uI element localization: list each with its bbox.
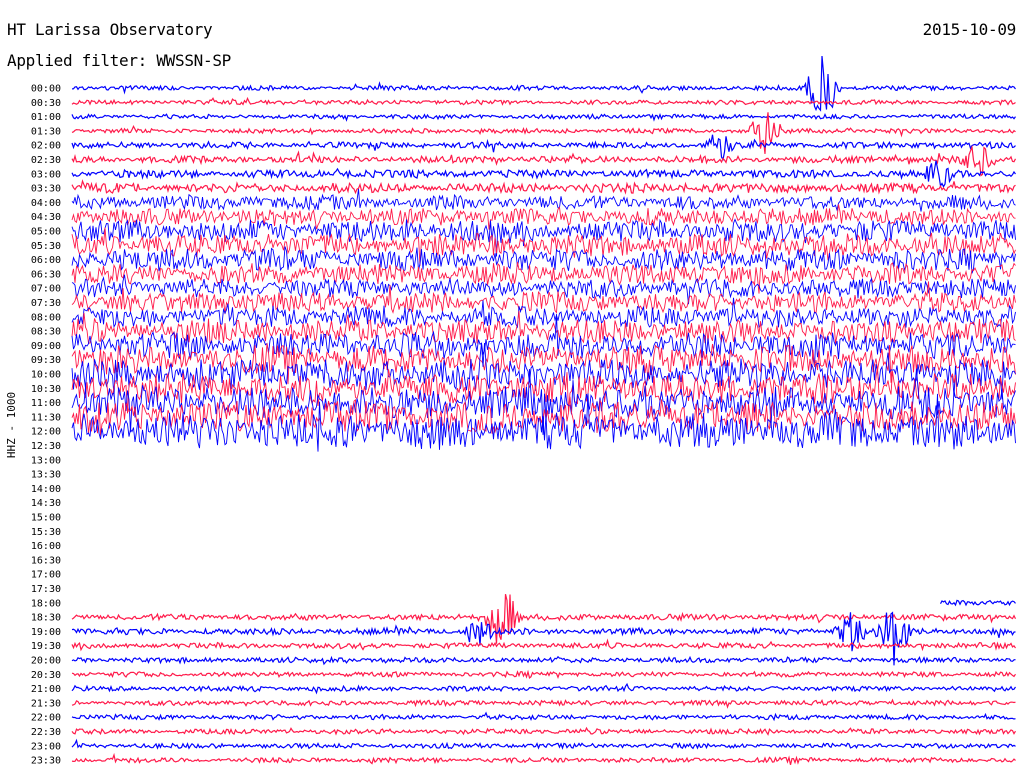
time-tick-label: 13:30 (31, 470, 61, 481)
seismic-trace-2000 (71, 655, 1016, 666)
seismic-trace-1930 (71, 638, 1017, 652)
time-tick-label: 10:30 (31, 384, 61, 395)
time-tick-label: 19:30 (31, 641, 61, 652)
seismic-trace-1800 (939, 599, 1016, 607)
time-tick-label: 05:00 (31, 227, 61, 238)
time-tick-label: 00:00 (31, 84, 61, 95)
time-tick-label: 11:00 (31, 398, 61, 409)
seismic-trace-0130 (71, 112, 1016, 154)
time-tick-label: 16:00 (31, 541, 61, 552)
time-tick-label: 18:30 (31, 613, 61, 624)
seismic-trace-0400 (71, 188, 1016, 212)
seismic-trace-0200 (71, 134, 1016, 161)
time-tick-label: 09:30 (31, 355, 61, 366)
seismic-trace-0330 (71, 179, 1016, 195)
time-tick-label: 06:00 (31, 255, 61, 266)
seismic-trace-0300 (71, 160, 1016, 188)
time-tick-label: 20:00 (31, 656, 61, 667)
time-tick-labels: 00:00 00:30 01:00 01:30 02:00 02:30 03:00 03:30… (31, 84, 61, 767)
time-tick-label: 02:30 (31, 155, 61, 166)
time-tick-label: 06:30 (31, 269, 61, 280)
time-tick-label: 10:00 (31, 370, 61, 381)
time-tick-label: 07:30 (31, 298, 61, 309)
time-tick-label: 12:00 (31, 427, 61, 438)
time-tick-label: 04:00 (31, 198, 61, 209)
seismic-trace-0030 (71, 96, 1016, 106)
time-tick-label: 14:00 (31, 484, 61, 495)
time-tick-label: 08:00 (31, 312, 61, 323)
seismic-trace-2200 (71, 711, 1016, 722)
seismic-trace-1830 (71, 593, 1017, 644)
time-tick-label: 04:30 (31, 212, 61, 223)
channel-axis-label: HHZ - 1000 (5, 392, 18, 458)
time-tick-label: 22:00 (31, 713, 61, 724)
time-tick-label: 18:00 (31, 598, 61, 609)
seismic-trace-2300 (71, 738, 1016, 750)
time-tick-label: 20:30 (31, 670, 61, 681)
time-tick-label: 01:00 (31, 112, 61, 123)
time-tick-label: 09:00 (31, 341, 61, 352)
helicorder-plot: 00:00 00:30 01:00 01:30 02:00 02:30 03:00 03:30… (5, 55, 1017, 767)
time-tick-label: 14:30 (31, 498, 61, 509)
time-tick-label: 07:00 (31, 284, 61, 295)
time-tick-label: 00:30 (31, 98, 61, 109)
time-tick-label: 03:00 (31, 169, 61, 180)
seismic-trace-0100 (71, 112, 1016, 122)
time-tick-label: 15:00 (31, 513, 61, 524)
time-tick-label: 17:00 (31, 570, 61, 581)
time-tick-label: 22:30 (31, 727, 61, 738)
time-tick-label: 23:30 (31, 756, 61, 767)
seismic-trace-2130 (71, 698, 1016, 709)
time-tick-label: 16:30 (31, 555, 61, 566)
time-tick-label: 08:30 (31, 327, 61, 338)
trace-group (71, 55, 1017, 765)
time-tick-label: 05:30 (31, 241, 61, 252)
time-tick-label: 19:00 (31, 627, 61, 638)
seismic-trace-2330 (71, 752, 1016, 765)
time-tick-label: 17:30 (31, 584, 61, 595)
seismic-trace-2230 (71, 726, 1017, 736)
time-tick-label: 02:00 (31, 141, 61, 152)
seismic-trace-2100 (71, 682, 1017, 695)
time-tick-label: 03:30 (31, 184, 61, 195)
time-tick-label: 13:00 (31, 455, 61, 466)
time-tick-label: 01:30 (31, 126, 61, 137)
seismic-trace-0700 (71, 274, 1016, 305)
time-tick-label: 12:30 (31, 441, 61, 452)
time-tick-label: 23:00 (31, 741, 61, 752)
time-tick-label: 21:30 (31, 698, 61, 709)
time-tick-label: 15:30 (31, 527, 61, 538)
seismic-trace-0000 (71, 55, 1016, 112)
time-tick-label: 11:30 (31, 412, 61, 423)
seismic-trace-2030 (71, 669, 1016, 679)
seismic-trace-0900 (71, 314, 1016, 367)
time-tick-label: 21:00 (31, 684, 61, 695)
